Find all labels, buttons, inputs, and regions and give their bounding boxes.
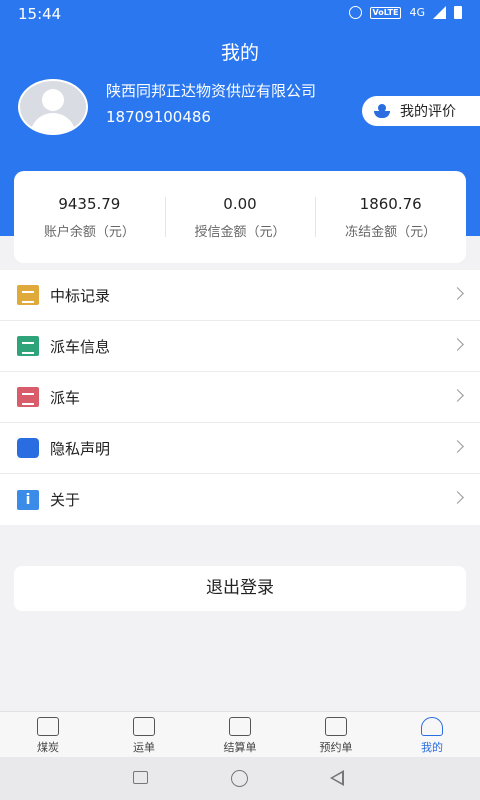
company-name: 陕西同邦正达物资供应有限公司 [106,82,317,100]
avatar[interactable] [18,79,88,135]
tab-label: 预约单 [319,741,353,754]
menu-item-label: 派车信息 [50,337,111,356]
tab-settlement[interactable]: 结算单 [192,712,288,757]
balance-value: 0.00 [223,194,257,213]
chevron-right-icon [451,491,464,504]
settlement-icon [229,717,251,736]
logout-button[interactable]: 退出登录 [14,566,466,611]
list-icon [17,285,39,305]
tab-coal[interactable]: 煤炭 [0,712,96,757]
menu-item-privacy[interactable]: 隐私声明 [0,423,480,474]
alarm-icon [348,6,362,19]
reservation-icon [325,717,347,736]
back-button[interactable] [330,770,344,786]
balance-card: 9435.79 账户余额（元） 0.00 授信金额（元） 1860.76 冻结金… [14,171,466,263]
chevron-right-icon [451,440,464,453]
balance-value: 1860.76 [359,194,422,213]
balance-label: 授信金额（元） [194,224,286,240]
truck-info-icon [17,336,39,356]
balance-frozen[interactable]: 1860.76 冻结金额（元） [315,195,466,240]
tab-label: 我的 [421,741,443,754]
info-icon: i [17,489,39,510]
menu-list: 中标记录 派车信息 派车 隐私声明 i 关于 [0,270,480,525]
balance-label: 冻结金额（元） [345,224,437,240]
recents-button[interactable] [133,771,148,784]
balance-label: 账户余额（元） [43,224,135,240]
rating-icon [374,104,390,118]
balance-account[interactable]: 9435.79 账户余额（元） [14,195,165,240]
home-button[interactable] [231,770,248,787]
menu-item-dispatch[interactable]: 派车 [0,372,480,423]
menu-item-label: 关于 [50,491,81,509]
status-time: 15:44 [18,5,62,23]
rating-label: 我的评价 [400,104,456,120]
battery-icon [454,6,462,19]
phone-number: 18709100486 [106,108,211,126]
network-label: 4G [409,6,425,19]
tab-waybill[interactable]: 运单 [96,712,192,757]
hand-icon [17,438,39,458]
bottom-tab-bar: 煤炭 运单 结算单 预约单 我的 [0,711,480,757]
avatar-body-icon [30,113,76,133]
profile-icon [421,717,443,736]
waybill-icon [133,717,155,736]
signal-icon [433,6,446,19]
chevron-right-icon [451,287,464,300]
chevron-right-icon [451,389,464,402]
balance-value: 9435.79 [58,194,121,213]
avatar-head-icon [42,89,64,111]
tab-mine[interactable]: 我的 [384,712,480,757]
menu-item-about[interactable]: i 关于 [0,474,480,525]
menu-item-label: 中标记录 [50,286,111,305]
dispatch-icon [17,387,39,407]
tab-reservation[interactable]: 预约单 [288,712,384,757]
tab-label: 煤炭 [37,741,59,754]
coal-icon [37,717,59,736]
menu-item-label: 派车 [50,388,81,407]
status-bar: 15:44 VoLTE 4G [0,0,480,28]
volte-badge: VoLTE [369,6,402,19]
tab-label: 结算单 [223,741,257,754]
menu-item-bid-records[interactable]: 中标记录 [0,270,480,321]
menu-item-label: 隐私声明 [50,439,111,458]
status-icons: VoLTE 4G [348,6,462,19]
chevron-right-icon [451,338,464,351]
tab-label: 运单 [133,741,155,754]
my-rating-button[interactable]: 我的评价 [362,96,480,126]
menu-item-dispatch-info[interactable]: 派车信息 [0,321,480,372]
balance-credit[interactable]: 0.00 授信金额（元） [164,194,316,240]
system-nav-bar [0,757,480,800]
page-title: 我的 [220,42,259,64]
